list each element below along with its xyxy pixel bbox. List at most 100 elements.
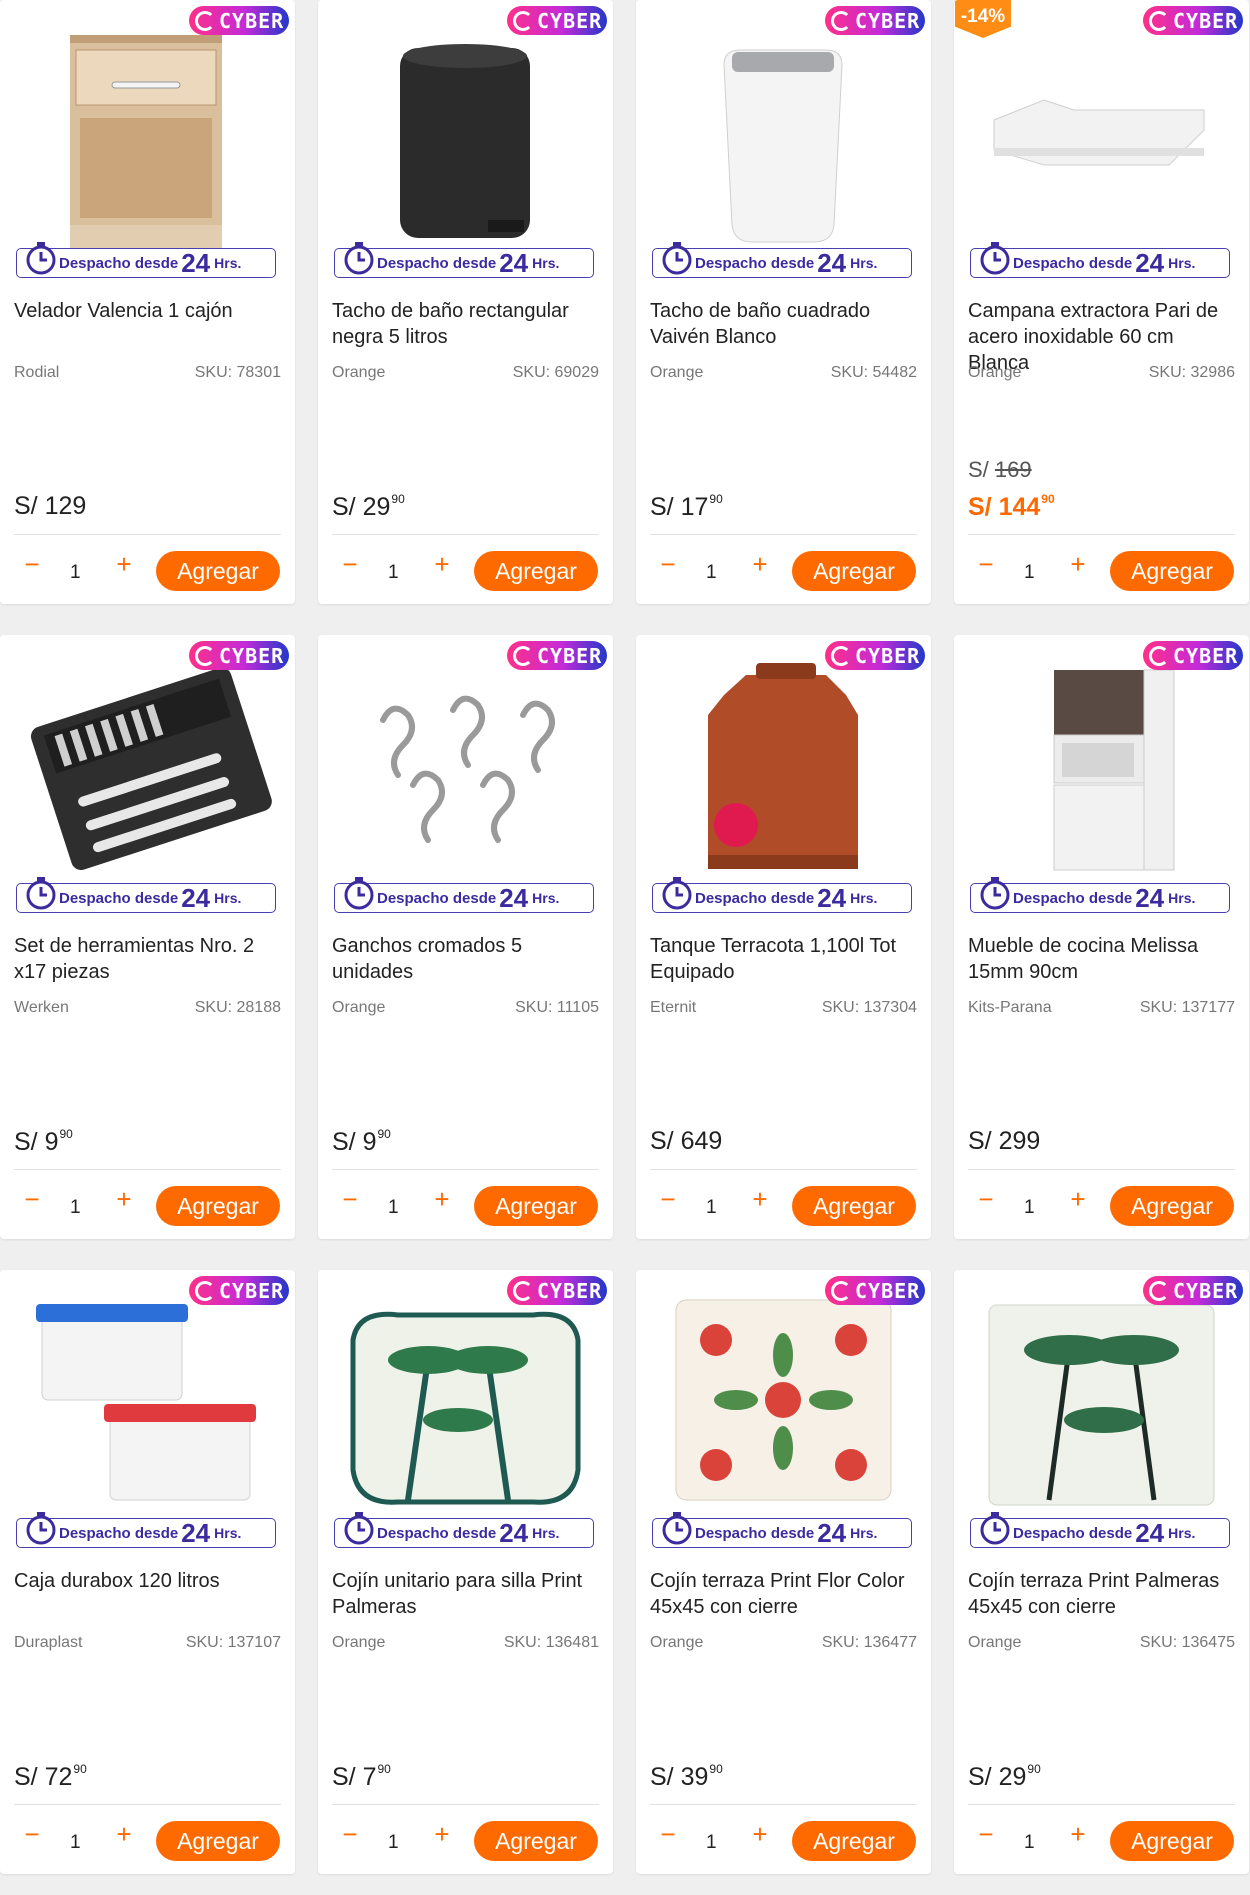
delivery-badge: Despacho desde 24 Hrs. [334,877,594,913]
increase-quantity-button[interactable]: + [430,1821,454,1847]
product-card[interactable]: -14% CYBER Despacho desde 24 Hrs. Campan… [954,0,1249,604]
add-to-cart-button[interactable]: Agregar [1110,1186,1234,1226]
quantity-value[interactable]: 1 [70,1832,81,1854]
product-image[interactable] [954,0,1249,250]
increase-quantity-button[interactable]: + [112,1821,136,1847]
quantity-value[interactable]: 1 [1024,562,1035,584]
quantity-value[interactable]: 1 [1024,1832,1035,1854]
add-to-cart-button[interactable]: Agregar [792,551,916,591]
add-to-cart-button[interactable]: Agregar [156,551,280,591]
old-price-value: 169 [994,457,1032,482]
increase-quantity-button[interactable]: + [430,1186,454,1212]
add-to-cart-button[interactable]: Agregar [474,1186,598,1226]
cyber-logo-icon [1149,1280,1169,1301]
delivery-hours: 24 [1135,883,1165,913]
decrease-quantity-button[interactable]: − [20,1186,44,1212]
increase-quantity-button[interactable]: + [748,551,772,577]
decrease-quantity-button[interactable]: − [656,1821,680,1847]
add-to-cart-button[interactable]: Agregar [156,1821,280,1861]
product-title[interactable]: Cojín unitario para silla Print Palmeras [332,1568,602,1620]
product-card[interactable]: CYBER Despacho desde 24 Hrs. Cojín unita… [318,1270,613,1874]
delivery-unit: Hrs. [1168,890,1196,906]
increase-quantity-button[interactable]: + [748,1186,772,1212]
product-image[interactable] [636,1270,931,1520]
increase-quantity-button[interactable]: + [1066,1186,1090,1212]
decrease-quantity-button[interactable]: − [20,1821,44,1847]
product-title[interactable]: Tanque Terracota 1,100l Tot Equipado [650,933,920,985]
quantity-value[interactable]: 1 [70,562,81,584]
product-card[interactable]: CYBER Despacho desde 24 Hrs. Caja durabo… [0,1270,295,1874]
product-grid: CYBER Despacho desde 24 Hrs. Velador Val… [0,0,1250,1895]
decrease-quantity-button[interactable]: − [974,1186,998,1212]
product-title[interactable]: Ganchos cromados 5 unidades [332,933,602,985]
decrease-quantity-button[interactable]: − [338,1821,362,1847]
quantity-value[interactable]: 1 [706,562,717,584]
product-title[interactable]: Set de herramientas Nro. 2 x17 piezas [14,933,284,985]
product-image[interactable] [954,1270,1249,1520]
decrease-quantity-button[interactable]: − [974,551,998,577]
quantity-value[interactable]: 1 [70,1197,81,1219]
product-image[interactable] [954,635,1249,885]
product-card[interactable]: CYBER Despacho desde 24 Hrs. Velador Val… [0,0,295,604]
product-title[interactable]: Cojín terraza Print Palmeras 45x45 con c… [968,1568,1238,1620]
product-title[interactable]: Tacho de baño rectangular negra 5 litros [332,298,602,350]
product-card[interactable]: CYBER Despacho desde 24 Hrs. Mueble de c… [954,635,1249,1239]
increase-quantity-button[interactable]: + [748,1821,772,1847]
product-title[interactable]: Cojín terraza Print Flor Color 45x45 con… [650,1568,920,1620]
add-to-cart-button[interactable]: Agregar [474,551,598,591]
product-image[interactable] [636,635,931,885]
decrease-quantity-button[interactable]: − [656,551,680,577]
decrease-quantity-button[interactable]: − [656,1186,680,1212]
decrease-quantity-button[interactable]: − [20,551,44,577]
add-to-cart-button[interactable]: Agregar [1110,551,1234,591]
decrease-quantity-button[interactable]: − [338,551,362,577]
product-card[interactable]: CYBER Despacho desde 24 Hrs. Tacho de ba… [318,0,613,604]
product-title[interactable]: Caja durabox 120 litros [14,1568,284,1594]
product-brand: Kits-Parana [968,999,1052,1016]
increase-quantity-button[interactable]: + [430,551,454,577]
product-card[interactable]: CYBER Despacho desde 24 Hrs. Ganchos cro… [318,635,613,1239]
product-brand: Orange [650,1634,704,1651]
product-image[interactable] [636,0,931,250]
quantity-value[interactable]: 1 [388,1832,399,1854]
decrease-quantity-button[interactable]: − [974,1821,998,1847]
product-image[interactable] [318,0,613,250]
price-decimals: 90 [377,1127,391,1141]
quantity-value[interactable]: 1 [388,1197,399,1219]
quantity-value[interactable]: 1 [706,1832,717,1854]
quantity-value[interactable]: 1 [388,562,399,584]
product-title[interactable]: Tacho de baño cuadrado Vaivén Blanco [650,298,920,350]
product-card[interactable]: CYBER Despacho desde 24 Hrs. Tacho de ba… [636,0,931,604]
product-image[interactable] [318,1270,613,1520]
product-brand: Rodial [14,364,60,381]
product-image[interactable] [0,635,295,885]
decrease-quantity-button[interactable]: − [338,1186,362,1212]
delivery-unit: Hrs. [850,255,878,271]
increase-quantity-button[interactable]: + [112,1186,136,1212]
cyber-label: CYBER [219,1278,285,1303]
product-image[interactable] [0,1270,295,1520]
product-image[interactable] [0,0,295,250]
increase-quantity-button[interactable]: + [1066,551,1090,577]
stopwatch-icon [25,1510,57,1546]
product-card[interactable]: CYBER Despacho desde 24 Hrs. Cojín terra… [954,1270,1249,1874]
product-card[interactable]: CYBER Despacho desde 24 Hrs. Tanque Terr… [636,635,931,1239]
product-title[interactable]: Velador Valencia 1 cajón [14,298,284,324]
product-image[interactable] [318,635,613,885]
add-to-cart-button[interactable]: Agregar [792,1186,916,1226]
increase-quantity-button[interactable]: + [112,551,136,577]
product-card[interactable]: CYBER Despacho desde 24 Hrs. Cojín terra… [636,1270,931,1874]
quantity-value[interactable]: 1 [1024,1197,1035,1219]
add-to-cart-button[interactable]: Agregar [156,1186,280,1226]
quantity-value[interactable]: 1 [706,1197,717,1219]
product-brand: Werken [14,999,69,1016]
product-card[interactable]: CYBER Despacho desde 24 Hrs. Set de herr… [0,635,295,1239]
add-to-cart-button[interactable]: Agregar [1110,1821,1234,1861]
increase-quantity-button[interactable]: + [1066,1821,1090,1847]
cyber-label: CYBER [219,643,285,668]
add-to-cart-button[interactable]: Agregar [792,1821,916,1861]
delivery-unit: Hrs. [532,255,560,271]
add-to-cart-button[interactable]: Agregar [474,1821,598,1861]
product-sku: SKU: 28188 [194,999,281,1016]
product-title[interactable]: Mueble de cocina Melissa 15mm 90cm [968,933,1238,985]
